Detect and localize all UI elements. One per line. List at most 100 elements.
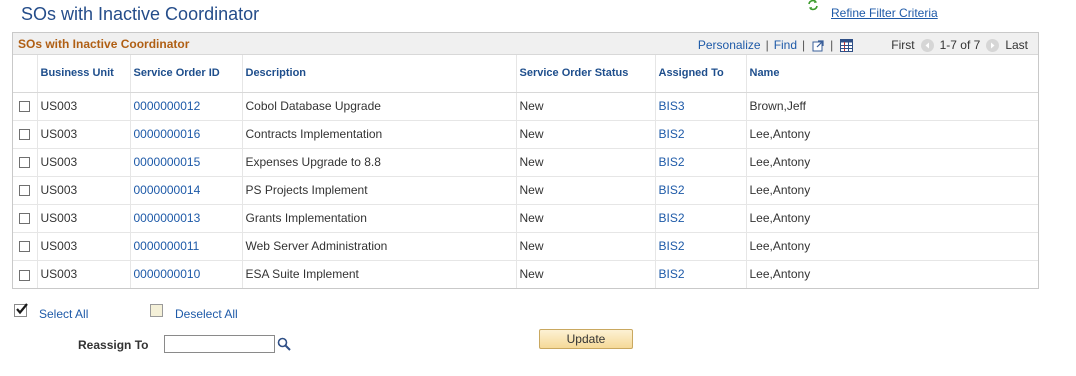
description-cell: Web Server Administration bbox=[242, 232, 517, 261]
table-row: US003 0000000014 PS Projects Implement N… bbox=[13, 176, 1038, 205]
update-button[interactable]: Update bbox=[539, 329, 633, 349]
status-cell: New bbox=[516, 232, 656, 261]
status-cell: New bbox=[516, 92, 656, 121]
service-order-id-cell: 0000000016 bbox=[130, 120, 243, 149]
business-unit-cell: US003 bbox=[37, 92, 131, 121]
refine-filter-criteria-link[interactable]: Refine Filter Criteria bbox=[831, 6, 938, 20]
column-header-service-order-id[interactable]: Service Order ID bbox=[130, 55, 243, 93]
deselect-all-checkbox-icon[interactable] bbox=[150, 303, 163, 317]
page-title: SOs with Inactive Coordinator bbox=[21, 4, 260, 24]
assigned-to-link[interactable]: BIS2 bbox=[659, 183, 685, 197]
column-header-description[interactable]: Description bbox=[242, 55, 517, 93]
description-cell: Cobol Database Upgrade bbox=[242, 92, 517, 121]
grid-title: SOs with Inactive Coordinator bbox=[18, 37, 190, 51]
row-select-cell bbox=[13, 120, 38, 149]
row-checkbox[interactable] bbox=[19, 129, 31, 141]
service-order-id-cell: 0000000013 bbox=[130, 204, 243, 233]
assigned-to-cell: BIS2 bbox=[655, 204, 747, 233]
status-cell: New bbox=[516, 120, 656, 149]
row-select-cell bbox=[13, 260, 38, 288]
row-select-cell bbox=[13, 204, 38, 233]
row-checkbox[interactable] bbox=[19, 269, 31, 281]
name-cell: Brown,Jeff bbox=[746, 92, 1038, 121]
service-order-id-link[interactable]: 0000000014 bbox=[134, 183, 201, 197]
reassign-to-label: Reassign To bbox=[78, 338, 149, 352]
lookup-search-icon[interactable] bbox=[277, 337, 291, 351]
service-order-id-link[interactable]: 0000000010 bbox=[134, 267, 201, 281]
row-checkbox[interactable] bbox=[19, 213, 31, 225]
table-row: US003 0000000016 Contracts Implementatio… bbox=[13, 120, 1038, 149]
assigned-to-link[interactable]: BIS2 bbox=[659, 127, 685, 141]
table-row: US003 0000000013 Grants Implementation N… bbox=[13, 204, 1038, 233]
business-unit-cell: US003 bbox=[37, 204, 131, 233]
table-row: US003 0000000015 Expenses Upgrade to 8.8… bbox=[13, 148, 1038, 177]
name-cell: Lee,Antony bbox=[746, 232, 1038, 261]
assigned-to-cell: BIS2 bbox=[655, 232, 747, 261]
toolbar-separator: | bbox=[830, 38, 834, 52]
service-order-id-cell: 0000000010 bbox=[130, 260, 243, 288]
business-unit-cell: US003 bbox=[37, 232, 131, 261]
next-arrow-icon[interactable] bbox=[986, 38, 1000, 52]
name-cell: Lee,Antony bbox=[749, 267, 811, 282]
row-checkbox[interactable] bbox=[19, 185, 31, 197]
toolbar-separator: | bbox=[802, 38, 806, 52]
select-all-checkbox-icon[interactable] bbox=[14, 302, 28, 317]
assigned-to-link[interactable]: BIS2 bbox=[659, 239, 685, 253]
row-select-cell bbox=[13, 176, 38, 205]
assigned-to-cell: BIS2 bbox=[655, 176, 747, 205]
personalize-link[interactable]: Personalize bbox=[698, 38, 761, 52]
service-order-id-cell: 0000000014 bbox=[130, 176, 243, 205]
row-select-cell bbox=[13, 232, 38, 261]
previous-arrow-icon[interactable] bbox=[920, 38, 934, 52]
name-cell: Lee,Antony bbox=[746, 176, 1038, 205]
assigned-to-cell: BIS2 bbox=[655, 120, 747, 149]
service-order-id-cell: 0000000012 bbox=[130, 92, 243, 121]
first-label: First bbox=[891, 38, 915, 52]
column-header-service-order-status[interactable]: Service Order Status bbox=[516, 55, 656, 93]
service-order-id-cell: 0000000011 bbox=[130, 232, 243, 261]
name-cell: Lee,Antony bbox=[746, 120, 1038, 149]
service-order-id-link[interactable]: 0000000011 bbox=[134, 239, 200, 253]
select-all-link[interactable]: Select All bbox=[39, 307, 88, 321]
service-orders-table: Business Unit Service Order ID Descripti… bbox=[13, 55, 1038, 288]
column-header-assigned-to[interactable]: Assigned To bbox=[655, 55, 747, 93]
business-unit-cell: US003 bbox=[37, 148, 131, 177]
table-header-row: Business Unit Service Order ID Descripti… bbox=[13, 55, 1038, 93]
assigned-to-link[interactable]: BIS2 bbox=[659, 211, 685, 225]
assigned-to-link[interactable]: BIS2 bbox=[659, 155, 685, 169]
service-order-id-link[interactable]: 0000000012 bbox=[134, 99, 201, 113]
row-checkbox[interactable] bbox=[19, 241, 31, 253]
deselect-all-link[interactable]: Deselect All bbox=[175, 307, 238, 321]
service-order-id-link[interactable]: 0000000013 bbox=[134, 211, 201, 225]
assigned-to-link[interactable]: BIS2 bbox=[659, 267, 685, 281]
status-cell: New bbox=[516, 176, 656, 205]
status-cell: New bbox=[516, 204, 656, 233]
description-cell: PS Projects Implement bbox=[242, 176, 517, 205]
download-spreadsheet-icon[interactable] bbox=[840, 38, 854, 52]
name-cell: Lee,Antony bbox=[746, 204, 1038, 233]
select-all-control: Select All bbox=[14, 299, 88, 321]
toolbar-separator: | bbox=[765, 38, 769, 52]
service-order-id-link[interactable]: 0000000016 bbox=[134, 127, 201, 141]
column-header-name[interactable]: Name bbox=[746, 55, 1038, 93]
grid-header: SOs with Inactive Coordinator Personaliz… bbox=[13, 33, 1038, 55]
view-all-icon[interactable] bbox=[812, 39, 825, 52]
select-column-header bbox=[13, 55, 38, 93]
column-header-business-unit[interactable]: Business Unit bbox=[37, 55, 131, 93]
assigned-to-cell: BIS2 bbox=[655, 260, 747, 288]
refresh-icon[interactable] bbox=[806, 0, 820, 12]
last-label: Last bbox=[1005, 38, 1028, 52]
business-unit-cell: US003 bbox=[37, 176, 131, 205]
row-checkbox[interactable] bbox=[19, 157, 31, 169]
grid-toolbar: Personalize | Find | | First 1-7 of 7 La… bbox=[698, 37, 1028, 53]
row-select-cell bbox=[13, 92, 38, 121]
assigned-to-cell: BIS3 bbox=[655, 92, 747, 121]
name-cell: Lee,Antony bbox=[746, 148, 1038, 177]
find-link[interactable]: Find bbox=[774, 38, 797, 52]
row-select-cell bbox=[13, 148, 38, 177]
service-order-id-link[interactable]: 0000000015 bbox=[134, 155, 201, 169]
status-cell: New bbox=[516, 148, 656, 177]
assigned-to-link[interactable]: BIS3 bbox=[659, 99, 685, 113]
row-checkbox[interactable] bbox=[19, 101, 31, 113]
reassign-to-input[interactable] bbox=[164, 335, 275, 353]
